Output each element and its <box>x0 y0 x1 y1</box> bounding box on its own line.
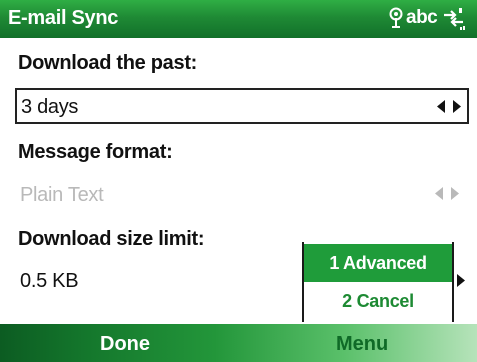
size-limit-label: Download size limit: <box>18 228 205 250</box>
sync-arrows-icon <box>441 6 467 37</box>
input-mode-indicator: abc <box>406 7 438 28</box>
menu-item-cancel[interactable]: 2 Cancel <box>304 282 452 320</box>
download-past-picker[interactable]: 3 days <box>15 88 469 124</box>
download-past-value: 3 days <box>21 96 79 118</box>
antenna-signal-icon <box>388 7 404 34</box>
arrow-left-icon[interactable] <box>436 100 446 118</box>
done-softkey[interactable]: Done <box>100 333 150 356</box>
arrow-right-icon[interactable] <box>456 274 466 292</box>
arrow-left-icon <box>434 187 444 205</box>
arrow-right-icon <box>450 187 460 205</box>
menu-softkey[interactable]: Menu <box>336 333 388 356</box>
arrow-right-icon[interactable] <box>452 100 462 118</box>
softkey-bar: Done Menu <box>0 324 477 362</box>
download-past-label: Download the past: <box>18 52 198 74</box>
message-format-label: Message format: <box>18 141 173 163</box>
message-format-value: Plain Text <box>20 184 104 206</box>
size-limit-value: 0.5 KB <box>20 270 79 292</box>
popup-menu: 1 Advanced 2 Cancel <box>302 242 454 322</box>
title-bar: E-mail Sync abc <box>0 0 477 38</box>
window-title: E-mail Sync <box>8 7 119 29</box>
menu-item-advanced[interactable]: 1 Advanced <box>304 244 452 282</box>
